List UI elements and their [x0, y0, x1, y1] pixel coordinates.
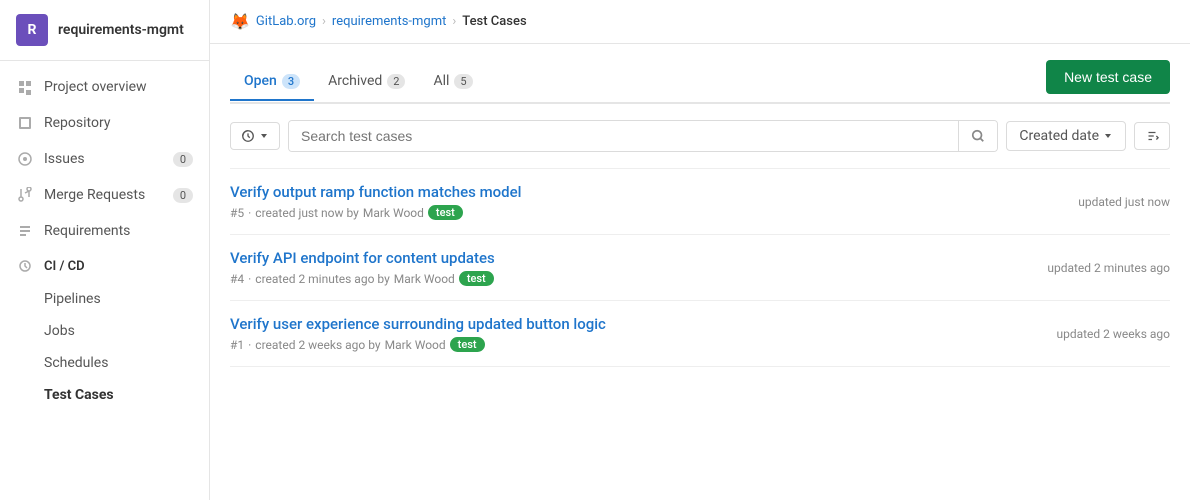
table-row: Verify output ramp function matches mode…: [230, 168, 1170, 235]
sidebar-item-label-project-overview: Project overview: [44, 79, 147, 95]
tc-meta-3: #1 · created 2 weeks ago by Mark Wood te…: [230, 337, 1036, 352]
mr-icon: [16, 186, 34, 204]
history-icon: [241, 129, 255, 143]
tc-created-2: created 2 minutes ago by: [255, 272, 389, 286]
tc-sep-3: ·: [248, 338, 251, 352]
new-test-case-button[interactable]: New test case: [1046, 60, 1170, 94]
tc-sep-2: ·: [248, 272, 251, 286]
project-icon: [16, 78, 34, 96]
main-content: 🦊 GitLab.org › requirements-mgmt › Test …: [210, 0, 1190, 500]
tc-title-3[interactable]: Verify user experience surrounding updat…: [230, 315, 1036, 333]
table-row: Verify API endpoint for content updates …: [230, 235, 1170, 301]
sort-order-icon: [1145, 129, 1159, 143]
breadcrumb-current: Test Cases: [462, 14, 526, 29]
tc-title-1[interactable]: Verify output ramp function matches mode…: [230, 183, 1058, 201]
sidebar-item-jobs[interactable]: Jobs: [0, 315, 209, 347]
sidebar-item-issues[interactable]: Issues 0: [0, 141, 209, 177]
breadcrumb-project[interactable]: requirements-mgmt: [332, 14, 446, 29]
tc-left-1: Verify output ramp function matches mode…: [230, 183, 1058, 220]
sidebar-item-label-jobs: Jobs: [44, 323, 75, 339]
brand[interactable]: R requirements-mgmt: [0, 0, 209, 61]
sidebar-item-requirements[interactable]: Requirements: [0, 213, 209, 249]
sidebar-item-label-test-cases: Test Cases: [44, 387, 114, 403]
tc-time-1: updated just now: [1078, 195, 1170, 209]
tab-archived[interactable]: Archived 2: [314, 63, 419, 101]
tc-left-3: Verify user experience surrounding updat…: [230, 315, 1036, 352]
sidebar-item-test-cases[interactable]: Test Cases: [0, 379, 209, 411]
sidebar-item-label-pipelines: Pipelines: [44, 291, 101, 307]
tc-created-3: created 2 weeks ago by: [255, 338, 380, 352]
tc-number-3: #1: [230, 338, 244, 352]
tc-title-2[interactable]: Verify API endpoint for content updates: [230, 249, 1027, 267]
chevron-down-icon: [1103, 131, 1113, 141]
tab-open-count: 3: [282, 74, 300, 89]
sidebar: R requirements-mgmt Project overview Rep…: [0, 0, 210, 500]
sidebar-item-label-merge-requests: Merge Requests: [44, 187, 145, 203]
tc-number-1: #5: [230, 206, 244, 220]
sidebar-item-repository[interactable]: Repository: [0, 105, 209, 141]
tc-badge-3: test: [450, 337, 485, 352]
tc-author-1: Mark Wood: [363, 206, 424, 220]
sidebar-item-schedules[interactable]: Schedules: [0, 347, 209, 379]
sidebar-item-label-requirements: Requirements: [44, 223, 130, 239]
sidebar-item-merge-requests[interactable]: Merge Requests 0: [0, 177, 209, 213]
cicd-label: CI / CD: [44, 259, 85, 274]
tc-left-2: Verify API endpoint for content updates …: [230, 249, 1027, 286]
toolbar: Created date: [230, 120, 1170, 152]
merge-requests-badge: 0: [173, 188, 193, 203]
issues-icon: [16, 150, 34, 168]
tc-created-1: created just now by: [255, 206, 359, 220]
search-box[interactable]: [288, 120, 998, 152]
tc-badge-2: test: [459, 271, 494, 286]
content-area: Open 3 Archived 2 All 5 New test case: [210, 44, 1190, 500]
tab-open[interactable]: Open 3: [230, 63, 314, 101]
search-icon: [971, 129, 985, 143]
tab-all[interactable]: All 5: [419, 63, 486, 101]
tc-meta-1: #5 · created just now by Mark Wood test: [230, 205, 1058, 220]
sidebar-item-label-repository: Repository: [44, 115, 110, 131]
history-button[interactable]: [230, 122, 280, 150]
issues-badge: 0: [173, 152, 193, 167]
brand-avatar: R: [16, 14, 48, 46]
tabs-row: Open 3 Archived 2 All 5 New test case: [230, 60, 1170, 104]
tab-archived-label: Archived: [328, 73, 382, 89]
req-icon: [16, 222, 34, 240]
tc-sep-1: ·: [248, 206, 251, 220]
tc-time-3: updated 2 weeks ago: [1056, 327, 1170, 341]
sort-label: Created date: [1019, 128, 1099, 144]
breadcrumb-sep-1: ›: [322, 14, 326, 29]
tab-open-label: Open: [244, 73, 277, 89]
gitlab-fox-icon: 🦊: [230, 12, 250, 31]
sidebar-item-label-schedules: Schedules: [44, 355, 108, 371]
sidebar-item-pipelines[interactable]: Pipelines: [0, 283, 209, 315]
breadcrumb-gitlab[interactable]: GitLab.org: [256, 14, 316, 29]
sort-order-button[interactable]: [1134, 122, 1170, 150]
breadcrumb: 🦊 GitLab.org › requirements-mgmt › Test …: [210, 0, 1190, 44]
search-input[interactable]: [289, 121, 958, 151]
brand-name: requirements-mgmt: [58, 22, 184, 38]
tab-all-count: 5: [454, 74, 472, 89]
table-row: Verify user experience surrounding updat…: [230, 301, 1170, 367]
breadcrumb-sep-2: ›: [452, 14, 456, 29]
tab-all-label: All: [433, 73, 449, 89]
tc-author-2: Mark Wood: [394, 272, 455, 286]
sidebar-item-label-issues: Issues: [44, 151, 85, 167]
tc-number-2: #4: [230, 272, 244, 286]
search-button[interactable]: [958, 121, 997, 151]
sidebar-nav: Project overview Repository Issues 0: [0, 61, 209, 500]
tc-badge-1: test: [428, 205, 463, 220]
test-case-list: Verify output ramp function matches mode…: [230, 168, 1170, 367]
tab-archived-count: 2: [387, 74, 405, 89]
cicd-icon: [16, 257, 34, 275]
sidebar-item-project-overview[interactable]: Project overview: [0, 69, 209, 105]
tc-time-2: updated 2 minutes ago: [1047, 261, 1170, 275]
history-chevron-icon: [259, 131, 269, 141]
sidebar-section-cicd[interactable]: CI / CD: [0, 249, 209, 283]
tc-author-3: Mark Wood: [385, 338, 446, 352]
tc-meta-2: #4 · created 2 minutes ago by Mark Wood …: [230, 271, 1027, 286]
sort-dropdown[interactable]: Created date: [1006, 121, 1126, 151]
repo-icon: [16, 114, 34, 132]
